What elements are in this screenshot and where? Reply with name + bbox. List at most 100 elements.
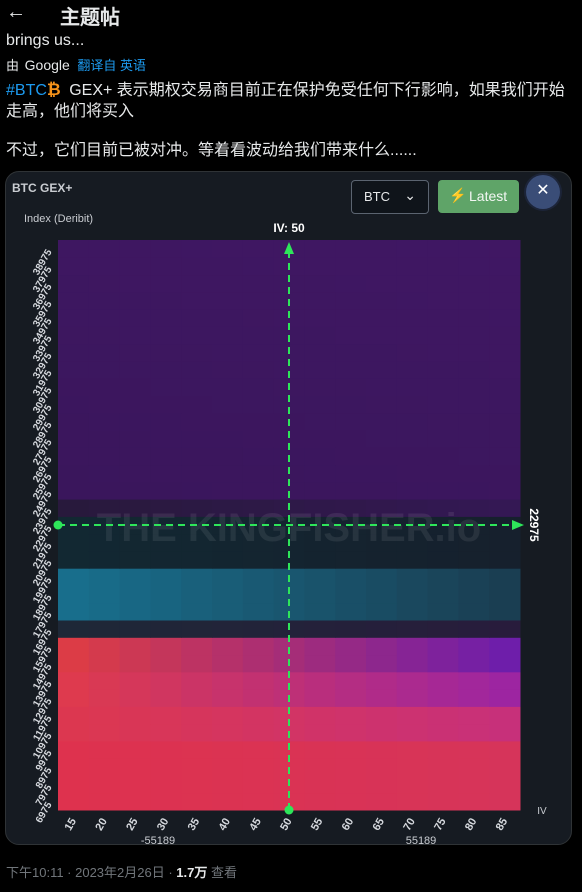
heatmap-cell <box>58 585 90 604</box>
heatmap-cell <box>150 240 182 258</box>
heatmap-cell <box>366 620 398 638</box>
heatmap-cell <box>181 481 213 500</box>
heatmap-cell <box>489 240 521 258</box>
chart-card[interactable]: THE KINGFISHER.io BTC GEX+ Index (Deribit)… <box>5 171 572 845</box>
heatmap-cell <box>335 689 367 707</box>
heatmap-cell <box>242 620 275 638</box>
heatmap-cell <box>58 689 90 707</box>
translate-link[interactable]: 翻译自 英语 <box>77 58 146 73</box>
heatmap-cell <box>242 758 275 776</box>
heatmap-cell <box>212 775 244 794</box>
heatmap-cell <box>212 654 244 673</box>
heatmap-cell <box>242 291 275 310</box>
heatmap-cell <box>458 240 490 258</box>
heatmap-cell <box>396 291 429 310</box>
heatmap-cell <box>489 723 521 742</box>
heatmap-cell <box>304 481 336 500</box>
heatmap-cell <box>458 740 490 759</box>
heatmap-cell <box>242 637 275 656</box>
heatmap-cell <box>427 620 459 638</box>
heatmap-cell <box>458 637 490 656</box>
heatmap-cell <box>304 602 336 621</box>
heatmap-cell <box>335 378 367 396</box>
heatmap-cell <box>58 671 90 690</box>
heatmap-cell <box>150 620 182 638</box>
heatmap-cell <box>396 447 429 466</box>
x-tick-label: 65 <box>371 816 388 833</box>
heatmap-cell <box>489 671 521 690</box>
arrow-left-icon[interactable]: ← <box>6 0 28 26</box>
heatmap-cell <box>489 550 521 569</box>
heatmap-cell <box>489 740 521 759</box>
heatmap-cell <box>335 671 367 690</box>
heatmap-cell <box>304 360 336 379</box>
heatmap-cell <box>242 671 275 690</box>
heatmap-cell <box>212 257 244 276</box>
x-axis-title: IV <box>537 806 547 817</box>
heatmap-cell <box>119 447 151 466</box>
heatmap-cell <box>119 740 151 759</box>
heatmap-cell <box>396 723 429 742</box>
heatmap-cell <box>150 274 182 293</box>
heatmap-cell <box>212 637 244 656</box>
heatmap-cell <box>366 775 398 794</box>
heatmap-cell <box>150 309 182 327</box>
heatmap-cell <box>119 775 151 794</box>
heatmap-cell <box>150 654 182 673</box>
latest-button[interactable]: ⚡ Latest <box>438 180 519 213</box>
heatmap-cell <box>150 412 182 431</box>
heatmap-cell <box>212 689 244 707</box>
heatmap-cell <box>58 637 90 656</box>
heatmap-cell <box>304 378 336 396</box>
heatmap-cell <box>119 430 151 448</box>
heatmap-cell <box>242 378 275 396</box>
symbol-select[interactable]: BTC ⌄ <box>351 180 429 214</box>
colorbar-min-label: -55189 <box>141 835 175 844</box>
heatmap-cell <box>58 395 90 414</box>
heatmap-cell <box>88 550 121 569</box>
heatmap-cell <box>150 689 182 707</box>
heatmap-cell <box>304 585 336 604</box>
heatmap-cell <box>335 585 367 604</box>
heatmap-cell <box>88 257 121 276</box>
heatmap-cell <box>119 602 151 621</box>
heatmap-cell <box>88 706 121 725</box>
heatmap-cell <box>396 481 429 500</box>
heatmap-cell <box>489 706 521 725</box>
heatmap-cell <box>150 360 182 379</box>
heatmap-cell <box>366 740 398 759</box>
heatmap-cell <box>150 585 182 604</box>
heatmap-cell <box>181 378 213 396</box>
heatmap-cell <box>489 637 521 656</box>
hashtag-btc[interactable]: #BTC <box>6 82 47 99</box>
heatmap-cell <box>150 550 182 569</box>
heatmap-cell <box>242 602 275 621</box>
heatmap-cell <box>335 343 367 362</box>
heatmap-cell <box>335 240 367 258</box>
heatmap-cell <box>396 430 429 448</box>
heatmap-cell <box>58 654 90 673</box>
heatmap-cell <box>396 602 429 621</box>
index-label: 22975 <box>527 508 541 542</box>
heatmap-cell <box>150 430 182 448</box>
heatmap-cell <box>212 412 244 431</box>
heatmap-cell <box>489 620 521 638</box>
heatmap-cell <box>427 343 459 362</box>
heatmap-cell <box>396 343 429 362</box>
heatmap-cell <box>119 378 151 396</box>
views-label: 查看 <box>207 865 237 880</box>
heatmap-cell <box>150 464 182 483</box>
heatmap-cell <box>212 343 244 362</box>
heatmap-cell <box>304 274 336 293</box>
close-icon[interactable]: ✕ <box>526 175 560 209</box>
heatmap-cell <box>489 309 521 327</box>
heatmap-cell <box>427 274 459 293</box>
heatmap-cell <box>181 689 213 707</box>
heatmap-cell <box>304 343 336 362</box>
heatmap-cell <box>212 706 244 725</box>
heatmap-cell <box>212 758 244 776</box>
heatmap-cell <box>150 568 182 586</box>
heatmap-cell <box>304 706 336 725</box>
heatmap-cell <box>88 360 121 379</box>
heatmap-cell <box>427 758 459 776</box>
